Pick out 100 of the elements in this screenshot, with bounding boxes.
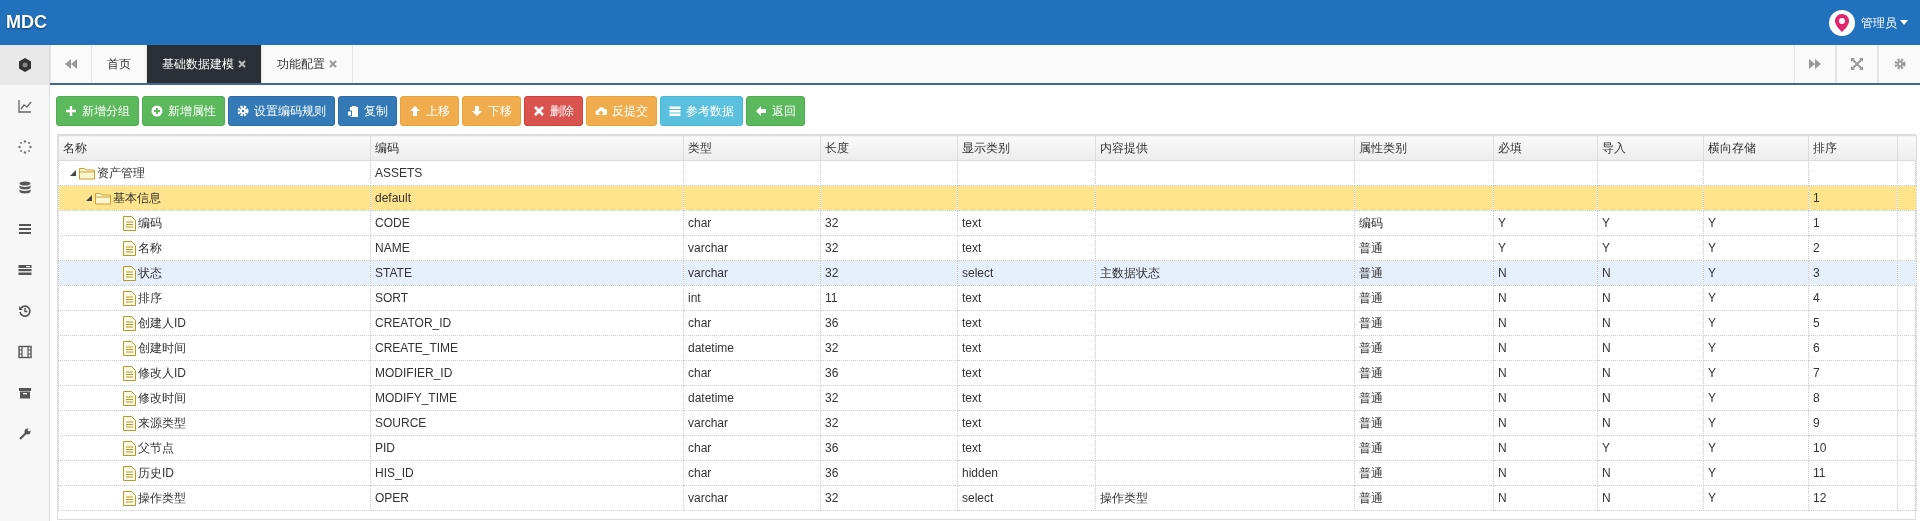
column-header[interactable]: 属性类别 <box>1354 135 1494 161</box>
clipboard-icon <box>347 105 359 117</box>
table-cell-text: 8 <box>1813 391 1820 405</box>
hexagon-icon[interactable] <box>17 58 32 72</box>
table-cell-text: N <box>1498 316 1507 330</box>
table-cell-text: N <box>1498 416 1507 430</box>
double-left-icon <box>65 59 77 69</box>
table-row[interactable]: 创建时间 CREATE_TIME datetime 32 text 普通 N N Y 6 <box>58 335 1917 361</box>
close-icon <box>533 105 545 117</box>
column-header[interactable]: 排序 <box>1808 135 1898 161</box>
table-cell-text: N <box>1498 466 1507 480</box>
column-header[interactable]: 内容提供 <box>1095 135 1355 161</box>
table-row[interactable]: 资产管理 ASSETS <box>58 160 1917 186</box>
table-cell-text: OPER <box>375 491 409 505</box>
table-cell-text: 36 <box>825 441 839 455</box>
database-icon[interactable] <box>17 180 32 195</box>
table-cell-text: PID <box>375 441 395 455</box>
tab[interactable]: 基础数据建模 <box>147 45 262 83</box>
column-header[interactable]: 导入 <box>1597 135 1704 161</box>
toolbar-button[interactable]: 设置编码规则 <box>228 96 335 126</box>
table-cell-text: 1 <box>1813 216 1820 230</box>
archive-icon[interactable] <box>17 385 32 400</box>
table-cell-text: 1 <box>1813 191 1820 205</box>
table-cell-text: 5 <box>1813 316 1820 330</box>
table-cell-text: 普通 <box>1359 441 1383 455</box>
column-header[interactable]: 名称 <box>58 135 371 161</box>
table-row[interactable]: 操作类型 OPER varchar 32 select 操作类型 普通 N N Y 12 <box>58 485 1917 511</box>
table-cell-text: 普通 <box>1359 241 1383 255</box>
avatar-icon[interactable] <box>1829 9 1855 36</box>
tab[interactable]: 功能配置 <box>262 45 353 83</box>
table-row[interactable]: 排序 SORT int 11 text 普通 N N Y 4 <box>58 285 1917 311</box>
table-cell-text: Y <box>1708 266 1716 280</box>
node-label: 历史ID <box>138 465 174 482</box>
history-icon[interactable] <box>17 303 32 318</box>
table-row[interactable]: 编码 CODE char 32 text 编码 Y Y Y 1 <box>58 210 1917 236</box>
table-cell-text: 3 <box>1813 266 1820 280</box>
table-cell-text: 编码 <box>1359 216 1383 230</box>
tasks-icon[interactable] <box>17 262 32 277</box>
node-label: 资产管理 <box>97 165 145 182</box>
collapse-toggle-icon[interactable] <box>69 169 77 177</box>
table-cell-text: N <box>1498 491 1507 505</box>
table-cell-text: 32 <box>825 216 839 230</box>
film-icon[interactable] <box>17 344 32 359</box>
table-row[interactable]: 来源类型 SOURCE varchar 32 text 普通 N N Y 9 <box>58 410 1917 436</box>
node-label: 基本信息 <box>113 190 161 207</box>
file-icon <box>123 215 136 231</box>
table-cell-text: 7 <box>1813 366 1820 380</box>
scroll-right-button[interactable] <box>1794 45 1836 83</box>
table-cell-text: 32 <box>825 341 839 355</box>
table-cell-text: 普通 <box>1359 391 1383 405</box>
collapse-toggle-icon[interactable] <box>85 194 93 202</box>
fullscreen-button[interactable] <box>1836 45 1878 83</box>
table-cell-text: N <box>1602 316 1611 330</box>
toolbar-button[interactable]: 复制 <box>338 96 397 126</box>
table-row[interactable]: 修改时间 MODIFY_TIME datetime 32 text 普通 N N Y 8 <box>58 385 1917 411</box>
file-icon <box>123 265 136 281</box>
table-cell-text: 10 <box>1813 441 1827 455</box>
table-cell-text: text <box>962 366 982 380</box>
folder-icon <box>79 166 95 180</box>
column-header[interactable]: 横向存储 <box>1703 135 1809 161</box>
double-right-icon <box>1809 59 1821 69</box>
table-cell-text: text <box>962 391 982 405</box>
spinner-icon[interactable] <box>17 139 32 154</box>
table-row[interactable]: 基本信息 default 1 <box>58 185 1917 211</box>
table-cell-text: text <box>962 216 982 230</box>
table-cell-text: Y <box>1708 216 1716 230</box>
column-header[interactable]: 必填 <box>1493 135 1598 161</box>
table-cell-text: text <box>962 291 982 305</box>
table-row[interactable]: 状态 STATE varchar 32 select 主数据状态 普通 N N Y 3 <box>58 260 1917 286</box>
wrench-icon[interactable] <box>17 426 32 441</box>
table-cell-text: text <box>962 441 982 455</box>
table-cell-text: N <box>1602 391 1611 405</box>
table-cell-text: 32 <box>825 391 839 405</box>
table-cell-text: 32 <box>825 241 839 255</box>
user-menu[interactable]: 管理员 <box>1861 13 1908 32</box>
column-header[interactable]: 显示类别 <box>957 135 1096 161</box>
column-header[interactable]: 类型 <box>683 135 821 161</box>
file-icon <box>123 365 136 381</box>
column-header[interactable]: 编码 <box>370 135 684 161</box>
folder-icon <box>95 191 111 205</box>
line-chart-icon[interactable] <box>17 98 32 113</box>
table-cell-text: Y <box>1708 416 1716 430</box>
scroll-left-button[interactable] <box>50 45 92 83</box>
menu-icon[interactable] <box>17 221 32 236</box>
table-cell-text: N <box>1498 266 1507 280</box>
table-row[interactable]: 修改人ID MODIFIER_ID char 36 text 普通 N N Y 7 <box>58 360 1917 386</box>
table-cell-text: text <box>962 416 982 430</box>
close-icon[interactable] <box>238 60 246 68</box>
table-cell-text: 11 <box>1813 466 1826 480</box>
toolbar-button[interactable]: 删除 <box>524 96 583 126</box>
column-header[interactable]: 长度 <box>820 135 958 161</box>
table-row[interactable]: 名称 NAME varchar 32 text 普通 Y Y Y 2 <box>58 235 1917 261</box>
table-cell-text: 2 <box>1813 241 1820 255</box>
table-cell-text: varchar <box>688 266 728 280</box>
node-label: 操作类型 <box>138 490 186 507</box>
table-cell-text: CODE <box>375 216 410 230</box>
table-row[interactable]: 创建人ID CREATOR_ID char 36 text 普通 N N Y 5 <box>58 310 1917 336</box>
caret-icon <box>1900 20 1908 25</box>
table-row[interactable]: 父节点 PID char 36 text 普通 N Y Y 10 <box>58 435 1917 461</box>
table-row[interactable]: 历史ID HIS_ID char 36 hidden 普通 N N Y 11 <box>58 460 1917 486</box>
